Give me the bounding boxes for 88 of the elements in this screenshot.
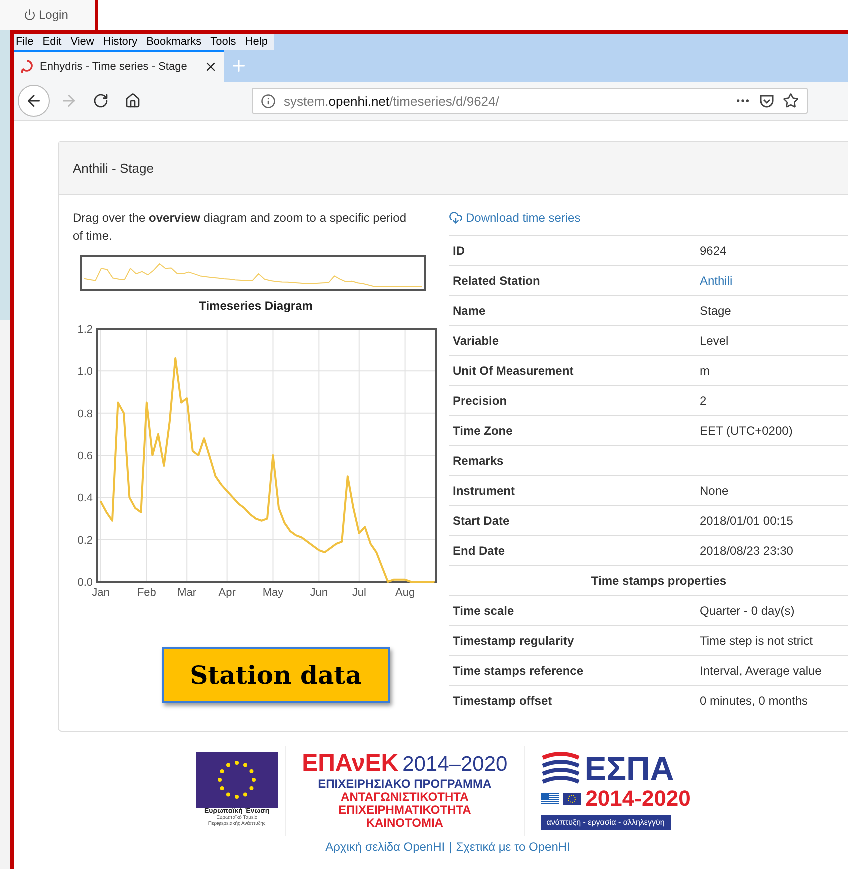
- field-label: Name: [452, 304, 487, 318]
- chart-title: Timeseries Diagram: [198, 299, 314, 313]
- station-link[interactable]: Anthili: [700, 274, 733, 288]
- menu-item[interactable]: Help: [245, 36, 268, 48]
- power-icon: [24, 9, 36, 21]
- epanek-logo-line: ΚΑΙΝΟΤΟΜΙΑ: [366, 817, 444, 830]
- field-label: Time scale: [452, 604, 516, 618]
- field-label: Time Zone: [452, 424, 514, 438]
- flags-icon: [540, 793, 583, 805]
- field-value: Time step is not strict: [700, 634, 813, 648]
- field-label: ID: [452, 244, 466, 258]
- browser-tab[interactable]: Enhydris - Time series - Stage: [14, 50, 224, 82]
- field-value: m: [700, 364, 710, 378]
- y-tick-label: 0.0: [78, 577, 93, 589]
- field-value: 0 minutes, 0 months: [700, 694, 808, 708]
- epanek-logo-years: 2014–2020: [402, 753, 508, 777]
- espa-logo-title: ΕΣΠΑ: [584, 752, 674, 786]
- x-tick-label: Mar: [178, 587, 197, 599]
- field-label: Time stamps reference: [452, 664, 585, 678]
- menu-item[interactable]: View: [70, 36, 94, 48]
- field-label: Unit Of Measurement: [452, 364, 575, 378]
- menu-item[interactable]: File: [16, 36, 34, 48]
- field-label: Instrument: [452, 484, 516, 498]
- cloud-download-icon: [449, 211, 463, 225]
- menu-item[interactable]: Tools: [210, 36, 236, 48]
- section-heading: Time stamps properties: [590, 574, 728, 588]
- menu-item[interactable]: Edit: [42, 36, 62, 48]
- back-icon: [25, 92, 43, 110]
- download-link[interactable]: Download time series: [449, 211, 848, 225]
- annotation-label: Station data: [162, 647, 390, 703]
- y-tick-label: 0.2: [78, 534, 93, 547]
- y-tick-label: 0.6: [78, 450, 93, 462]
- link-separator: |: [449, 840, 452, 854]
- plus-icon: [230, 57, 248, 75]
- url-field[interactable]: system.openhi.net/timeseries/d/9624/: [252, 88, 808, 114]
- espa-logo-slogan: ανάπτυξη - εργασία - αλληλεγγύη: [540, 815, 671, 830]
- field-value: Quarter - 0 day(s): [700, 604, 795, 618]
- reload-icon: [93, 93, 109, 109]
- menu-item[interactable]: History: [103, 36, 138, 48]
- eu-flag-icon: [196, 752, 278, 808]
- field-label: Timestamp regularity: [452, 634, 576, 648]
- overview-sparkline[interactable]: [80, 255, 426, 291]
- field-label: Timestamp offset: [452, 694, 554, 708]
- field-label: Start Date: [452, 514, 511, 528]
- home-link[interactable]: Αρχική σελίδα OpenHI: [326, 840, 446, 854]
- field-label: Related Station: [452, 274, 542, 288]
- field-value: 2018/08/23 23:30: [700, 544, 794, 558]
- x-tick-label: Aug: [396, 587, 416, 599]
- menu-item[interactable]: Bookmarks: [146, 36, 202, 48]
- favicon-icon: [20, 60, 34, 74]
- about-link[interactable]: Σχετικά με το OpenHI: [456, 840, 570, 854]
- field-value: 2: [700, 394, 707, 408]
- instruction-text: Drag over the overview diagram and zoom to a specific period of time.: [73, 210, 408, 245]
- field-label: Remarks: [452, 454, 505, 468]
- field-label: Variable: [452, 334, 500, 348]
- field-value: EET (UTC+0200): [700, 424, 793, 438]
- x-tick-label: Feb: [137, 587, 156, 599]
- field-value: 2018/01/01 00:15: [700, 514, 794, 528]
- y-tick-label: 0.4: [78, 492, 93, 505]
- back-button[interactable]: [18, 85, 50, 117]
- pocket-icon[interactable]: [759, 93, 775, 109]
- wave-stripes-icon: [540, 752, 581, 786]
- home-icon: [125, 93, 141, 109]
- epanek-logo-line: ΕΠΙΧΕΙΡΗΣΙΑΚΟ ΠΡΟΓΡΑΜΜΑ: [318, 778, 492, 791]
- info-icon: [261, 94, 276, 108]
- panel-title: Anthili - Stage: [59, 142, 848, 195]
- x-tick-label: May: [262, 587, 284, 599]
- x-tick-label: Apr: [218, 587, 236, 599]
- x-tick-label: Jul: [352, 587, 366, 599]
- field-value: Interval, Average value: [700, 664, 822, 678]
- field-value: 9624: [700, 244, 727, 258]
- bookmark-star-icon[interactable]: [783, 93, 799, 109]
- epanek-logo-line: ΑΝΤΑΓΩΝΙΣΤΙΚΟΤΗΤΑ: [341, 791, 469, 804]
- y-tick-label: 1.0: [78, 366, 93, 378]
- epanek-logo-line: ΕΠΙΧΕΙΡΗΜΑΤΙΚΟΤΗΤΑ: [338, 804, 472, 817]
- forward-icon: [60, 92, 78, 110]
- y-tick-label: 0.8: [78, 408, 93, 420]
- x-tick-label: Jan: [92, 587, 110, 599]
- field-label: End Date: [452, 544, 506, 558]
- close-icon[interactable]: [204, 60, 218, 74]
- epanek-logo-title: ΕΠΑνΕΚ: [302, 750, 399, 778]
- x-tick-label: Jun: [310, 587, 328, 599]
- field-label: Precision: [452, 394, 508, 408]
- field-value: Level: [700, 334, 729, 348]
- field-value: None: [700, 484, 729, 498]
- y-tick-label: 1.2: [78, 324, 93, 336]
- espa-logo-years: 2014-2020: [586, 786, 691, 812]
- field-value: Stage: [700, 304, 732, 318]
